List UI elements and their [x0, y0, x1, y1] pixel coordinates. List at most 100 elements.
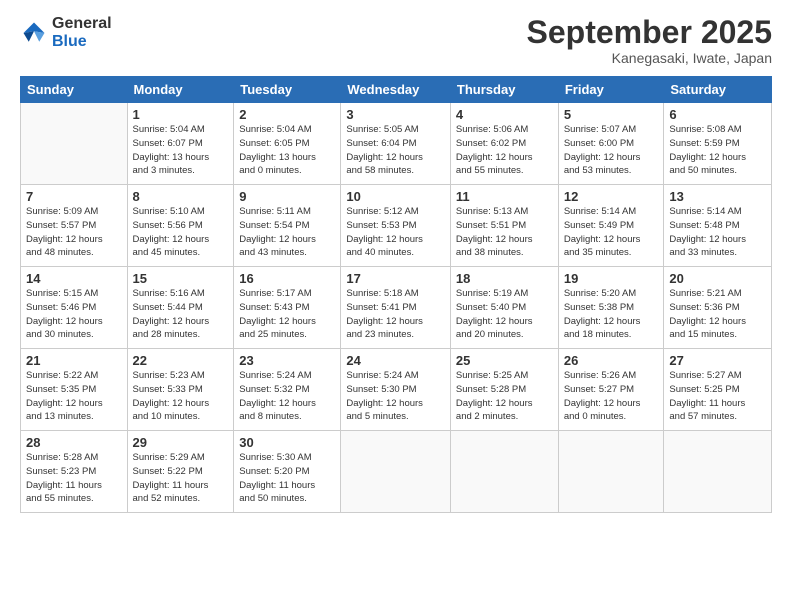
day-number: 10 [346, 189, 445, 204]
col-saturday: Saturday [664, 77, 772, 103]
day-cell [341, 431, 451, 513]
day-cell: 9Sunrise: 5:11 AM Sunset: 5:54 PM Daylig… [234, 185, 341, 267]
day-cell: 13Sunrise: 5:14 AM Sunset: 5:48 PM Dayli… [664, 185, 772, 267]
day-number: 24 [346, 353, 445, 368]
day-cell: 19Sunrise: 5:20 AM Sunset: 5:38 PM Dayli… [558, 267, 664, 349]
logo-icon [20, 19, 48, 47]
day-info: Sunrise: 5:19 AM Sunset: 5:40 PM Dayligh… [456, 287, 553, 342]
day-info: Sunrise: 5:24 AM Sunset: 5:30 PM Dayligh… [346, 369, 445, 424]
day-info: Sunrise: 5:28 AM Sunset: 5:23 PM Dayligh… [26, 451, 122, 506]
page: General Blue September 2025 Kanegasaki, … [0, 0, 792, 612]
day-cell: 12Sunrise: 5:14 AM Sunset: 5:49 PM Dayli… [558, 185, 664, 267]
day-cell: 20Sunrise: 5:21 AM Sunset: 5:36 PM Dayli… [664, 267, 772, 349]
day-number: 8 [133, 189, 229, 204]
day-cell: 18Sunrise: 5:19 AM Sunset: 5:40 PM Dayli… [450, 267, 558, 349]
col-thursday: Thursday [450, 77, 558, 103]
day-info: Sunrise: 5:20 AM Sunset: 5:38 PM Dayligh… [564, 287, 659, 342]
day-cell: 3Sunrise: 5:05 AM Sunset: 6:04 PM Daylig… [341, 103, 451, 185]
day-info: Sunrise: 5:27 AM Sunset: 5:25 PM Dayligh… [669, 369, 766, 424]
week-row-3: 21Sunrise: 5:22 AM Sunset: 5:35 PM Dayli… [21, 349, 772, 431]
day-info: Sunrise: 5:13 AM Sunset: 5:51 PM Dayligh… [456, 205, 553, 260]
day-cell [21, 103, 128, 185]
day-number: 14 [26, 271, 122, 286]
day-number: 3 [346, 107, 445, 122]
day-number: 21 [26, 353, 122, 368]
day-number: 26 [564, 353, 659, 368]
day-cell: 2Sunrise: 5:04 AM Sunset: 6:05 PM Daylig… [234, 103, 341, 185]
day-cell: 28Sunrise: 5:28 AM Sunset: 5:23 PM Dayli… [21, 431, 128, 513]
day-info: Sunrise: 5:12 AM Sunset: 5:53 PM Dayligh… [346, 205, 445, 260]
day-info: Sunrise: 5:24 AM Sunset: 5:32 PM Dayligh… [239, 369, 335, 424]
day-cell: 10Sunrise: 5:12 AM Sunset: 5:53 PM Dayli… [341, 185, 451, 267]
day-cell: 30Sunrise: 5:30 AM Sunset: 5:20 PM Dayli… [234, 431, 341, 513]
calendar: Sunday Monday Tuesday Wednesday Thursday… [20, 76, 772, 513]
day-info: Sunrise: 5:04 AM Sunset: 6:07 PM Dayligh… [133, 123, 229, 178]
day-info: Sunrise: 5:18 AM Sunset: 5:41 PM Dayligh… [346, 287, 445, 342]
day-number: 9 [239, 189, 335, 204]
header-row: Sunday Monday Tuesday Wednesday Thursday… [21, 77, 772, 103]
day-cell: 26Sunrise: 5:26 AM Sunset: 5:27 PM Dayli… [558, 349, 664, 431]
day-cell: 24Sunrise: 5:24 AM Sunset: 5:30 PM Dayli… [341, 349, 451, 431]
week-row-4: 28Sunrise: 5:28 AM Sunset: 5:23 PM Dayli… [21, 431, 772, 513]
day-info: Sunrise: 5:08 AM Sunset: 5:59 PM Dayligh… [669, 123, 766, 178]
day-info: Sunrise: 5:14 AM Sunset: 5:49 PM Dayligh… [564, 205, 659, 260]
day-number: 30 [239, 435, 335, 450]
header: General Blue September 2025 Kanegasaki, … [20, 15, 772, 66]
day-info: Sunrise: 5:11 AM Sunset: 5:54 PM Dayligh… [239, 205, 335, 260]
logo: General Blue [20, 15, 112, 52]
month-title: September 2025 [527, 15, 772, 50]
day-number: 28 [26, 435, 122, 450]
day-number: 5 [564, 107, 659, 122]
day-number: 4 [456, 107, 553, 122]
day-number: 12 [564, 189, 659, 204]
day-info: Sunrise: 5:06 AM Sunset: 6:02 PM Dayligh… [456, 123, 553, 178]
day-cell: 4Sunrise: 5:06 AM Sunset: 6:02 PM Daylig… [450, 103, 558, 185]
day-info: Sunrise: 5:10 AM Sunset: 5:56 PM Dayligh… [133, 205, 229, 260]
day-number: 6 [669, 107, 766, 122]
day-cell: 17Sunrise: 5:18 AM Sunset: 5:41 PM Dayli… [341, 267, 451, 349]
day-cell: 6Sunrise: 5:08 AM Sunset: 5:59 PM Daylig… [664, 103, 772, 185]
day-number: 7 [26, 189, 122, 204]
day-number: 16 [239, 271, 335, 286]
day-info: Sunrise: 5:15 AM Sunset: 5:46 PM Dayligh… [26, 287, 122, 342]
day-cell: 11Sunrise: 5:13 AM Sunset: 5:51 PM Dayli… [450, 185, 558, 267]
day-number: 20 [669, 271, 766, 286]
col-tuesday: Tuesday [234, 77, 341, 103]
day-number: 13 [669, 189, 766, 204]
day-info: Sunrise: 5:25 AM Sunset: 5:28 PM Dayligh… [456, 369, 553, 424]
day-number: 19 [564, 271, 659, 286]
col-monday: Monday [127, 77, 234, 103]
day-cell [664, 431, 772, 513]
location: Kanegasaki, Iwate, Japan [527, 50, 772, 66]
day-info: Sunrise: 5:07 AM Sunset: 6:00 PM Dayligh… [564, 123, 659, 178]
day-cell: 29Sunrise: 5:29 AM Sunset: 5:22 PM Dayli… [127, 431, 234, 513]
week-row-1: 7Sunrise: 5:09 AM Sunset: 5:57 PM Daylig… [21, 185, 772, 267]
logo-text: General Blue [52, 15, 112, 52]
day-number: 29 [133, 435, 229, 450]
day-info: Sunrise: 5:30 AM Sunset: 5:20 PM Dayligh… [239, 451, 335, 506]
day-cell: 15Sunrise: 5:16 AM Sunset: 5:44 PM Dayli… [127, 267, 234, 349]
day-number: 22 [133, 353, 229, 368]
col-friday: Friday [558, 77, 664, 103]
week-row-2: 14Sunrise: 5:15 AM Sunset: 5:46 PM Dayli… [21, 267, 772, 349]
title-block: September 2025 Kanegasaki, Iwate, Japan [527, 15, 772, 66]
day-info: Sunrise: 5:29 AM Sunset: 5:22 PM Dayligh… [133, 451, 229, 506]
day-cell: 21Sunrise: 5:22 AM Sunset: 5:35 PM Dayli… [21, 349, 128, 431]
col-wednesday: Wednesday [341, 77, 451, 103]
day-cell: 1Sunrise: 5:04 AM Sunset: 6:07 PM Daylig… [127, 103, 234, 185]
day-number: 23 [239, 353, 335, 368]
day-number: 17 [346, 271, 445, 286]
day-number: 1 [133, 107, 229, 122]
day-info: Sunrise: 5:26 AM Sunset: 5:27 PM Dayligh… [564, 369, 659, 424]
day-cell [558, 431, 664, 513]
day-number: 27 [669, 353, 766, 368]
day-info: Sunrise: 5:23 AM Sunset: 5:33 PM Dayligh… [133, 369, 229, 424]
day-number: 18 [456, 271, 553, 286]
day-info: Sunrise: 5:14 AM Sunset: 5:48 PM Dayligh… [669, 205, 766, 260]
day-cell: 23Sunrise: 5:24 AM Sunset: 5:32 PM Dayli… [234, 349, 341, 431]
day-cell [450, 431, 558, 513]
day-number: 2 [239, 107, 335, 122]
day-cell: 5Sunrise: 5:07 AM Sunset: 6:00 PM Daylig… [558, 103, 664, 185]
day-cell: 7Sunrise: 5:09 AM Sunset: 5:57 PM Daylig… [21, 185, 128, 267]
day-info: Sunrise: 5:09 AM Sunset: 5:57 PM Dayligh… [26, 205, 122, 260]
